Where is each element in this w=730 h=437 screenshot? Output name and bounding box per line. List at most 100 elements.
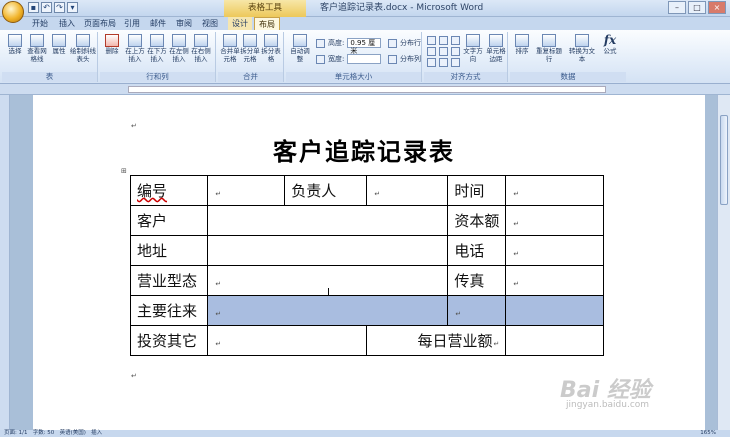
horizontal-ruler[interactable] xyxy=(0,84,730,95)
maximize-icon[interactable]: □ xyxy=(688,1,706,14)
table-cell[interactable]: 电话 xyxy=(447,235,507,266)
scrollbar-thumb[interactable] xyxy=(720,115,728,205)
table-cell[interactable] xyxy=(207,235,449,266)
tab-mailings[interactable]: 邮件 xyxy=(146,17,170,30)
table-cell[interactable]: ↵ xyxy=(366,175,449,206)
table-move-handle[interactable]: ⊞ xyxy=(121,167,127,175)
merge-cells-icon xyxy=(223,34,237,47)
office-button[interactable] xyxy=(2,1,24,23)
insert-above-button[interactable]: 在上方插入 xyxy=(124,34,146,63)
cell-margins-button[interactable]: 单元格边距 xyxy=(485,34,507,63)
status-words[interactable]: 字数: 50 xyxy=(33,430,55,436)
document-heading[interactable]: 客户追踪记录表 xyxy=(273,132,455,167)
tab-home[interactable]: 开始 xyxy=(28,17,52,30)
tab-design[interactable]: 设计 xyxy=(228,17,252,30)
table-cell[interactable]: ↵ xyxy=(505,235,604,266)
cell-label-business-type: 营业型态 xyxy=(137,272,198,290)
tab-review[interactable]: 审阅 xyxy=(172,17,196,30)
status-page[interactable]: 页面: 1/1 xyxy=(4,430,27,436)
cell-end-mark: ↵ xyxy=(215,189,222,198)
formula-button[interactable]: fx 公式 xyxy=(600,34,620,56)
table-cell[interactable]: ↵ xyxy=(207,175,286,206)
table-cell[interactable]: 负责人 xyxy=(284,175,368,206)
cell-end-mark: ↵ xyxy=(513,189,520,198)
paragraph-mark: ↵ xyxy=(131,122,137,130)
split-table-button[interactable]: 拆分表格 xyxy=(260,34,282,63)
table-cell[interactable]: 地址 xyxy=(129,235,209,266)
select-button[interactable]: 选择 xyxy=(6,34,24,56)
convert-to-text-button[interactable]: 转换为文本 xyxy=(566,34,598,63)
table-cell[interactable]: 编号 xyxy=(129,175,209,206)
insert-left-button[interactable]: 在左侧插入 xyxy=(168,34,190,63)
save-icon[interactable]: ▪ xyxy=(28,2,39,13)
align-bottom-left-icon[interactable] xyxy=(427,58,436,67)
group-merge: 合并单元格 拆分单元格 拆分表格 合并 xyxy=(218,32,284,82)
align-top-left-icon[interactable] xyxy=(427,36,436,45)
table-cell[interactable]: 资本额 xyxy=(447,205,507,236)
distribute-columns-icon xyxy=(388,54,397,64)
table-cell[interactable]: 传真 xyxy=(447,265,507,296)
vertical-scrollbar[interactable] xyxy=(717,95,730,430)
align-middle-center-icon[interactable] xyxy=(439,47,448,56)
delete-button[interactable]: 删除 xyxy=(102,34,122,56)
table-cell[interactable]: 客户 xyxy=(129,205,209,236)
align-middle-right-icon[interactable] xyxy=(451,47,460,56)
tab-references[interactable]: 引用 xyxy=(120,17,144,30)
distribute-columns-button[interactable]: 分布列 xyxy=(388,54,421,64)
split-cells-button[interactable]: 拆分单元格 xyxy=(240,34,260,63)
table-cell[interactable]: 时间 xyxy=(447,175,507,206)
table-cell-selected[interactable] xyxy=(505,295,604,326)
tab-page-layout[interactable]: 页面布局 xyxy=(82,17,118,30)
redo-icon[interactable]: ↷ xyxy=(54,2,65,13)
table-cell[interactable]: 主要往来 xyxy=(129,295,209,326)
align-bottom-center-icon[interactable] xyxy=(439,58,448,67)
tab-insert[interactable]: 插入 xyxy=(55,17,79,30)
close-icon[interactable]: × xyxy=(708,1,726,14)
view-gridlines-button[interactable]: 查看网格线 xyxy=(26,34,48,63)
customize-qat-icon[interactable]: ▾ xyxy=(67,2,78,13)
autofit-button[interactable]: 自动调整 xyxy=(288,34,312,63)
table-cell[interactable]: 营业型态 xyxy=(129,265,209,296)
table-cell-selected[interactable]: ↵ xyxy=(207,295,449,326)
height-input[interactable]: 0.95 厘米 xyxy=(347,38,382,55)
table-cell[interactable]: ↵ xyxy=(505,205,604,236)
undo-icon[interactable]: ↶ xyxy=(41,2,52,13)
customer-tracking-table[interactable]: 编号 ↵ 负责人 ↵ 时间 ↵ 客户 资本额 ↵ 地址 电话 ↵ 营业型态 ↵ … xyxy=(129,175,604,356)
align-top-right-icon[interactable] xyxy=(451,36,460,45)
table-cell[interactable]: ↵ xyxy=(505,265,604,296)
height-row: 高度: 0.95 厘米 xyxy=(316,38,382,55)
align-bottom-right-icon[interactable] xyxy=(451,58,460,67)
cell-label-time: 时间 xyxy=(454,182,485,200)
vertical-ruler[interactable] xyxy=(0,95,10,430)
status-zoom[interactable]: 165% xyxy=(700,430,716,437)
table-cell[interactable]: ↵ xyxy=(505,175,604,206)
table-cell[interactable] xyxy=(505,325,604,356)
cell-label-number: 编号 xyxy=(137,182,168,200)
distribute-rows-button[interactable]: 分布行 xyxy=(388,38,421,48)
draw-diagonal-button[interactable]: 绘制斜线表头 xyxy=(70,34,96,63)
minimize-icon[interactable]: – xyxy=(668,1,686,14)
align-middle-left-icon[interactable] xyxy=(427,47,436,56)
status-language[interactable]: 英语(美国) xyxy=(60,430,86,436)
merge-cells-button[interactable]: 合并单元格 xyxy=(220,34,240,63)
repeat-header-button[interactable]: 重复标题行 xyxy=(534,34,564,63)
width-input[interactable] xyxy=(347,54,382,64)
tab-layout[interactable]: 布局 xyxy=(254,17,280,30)
table-cell-selected[interactable]: ↵ xyxy=(447,295,507,326)
cell-label-capital: 资本额 xyxy=(454,212,500,230)
properties-button[interactable]: 属性 xyxy=(50,34,68,56)
table-row-selected: 主要往来 ↵ ↵ xyxy=(129,295,604,326)
split-table-icon xyxy=(264,34,278,47)
tab-view[interactable]: 视图 xyxy=(198,17,222,30)
table-cell[interactable]: 投资其它 xyxy=(129,325,209,356)
cell-end-mark: ↵ xyxy=(513,219,520,228)
sort-button[interactable]: 排序 xyxy=(512,34,532,56)
text-direction-button[interactable]: 文字方向 xyxy=(462,34,484,63)
insert-below-button[interactable]: 在下方插入 xyxy=(146,34,168,63)
insert-right-button[interactable]: 在右侧插入 xyxy=(190,34,212,63)
table-cell[interactable] xyxy=(207,205,449,236)
table-cell[interactable]: ↵ xyxy=(207,325,368,356)
align-top-center-icon[interactable] xyxy=(439,36,448,45)
table-cell[interactable]: 每日营业额↵ xyxy=(366,325,507,356)
status-insert-mode[interactable]: 插入 xyxy=(91,430,102,436)
